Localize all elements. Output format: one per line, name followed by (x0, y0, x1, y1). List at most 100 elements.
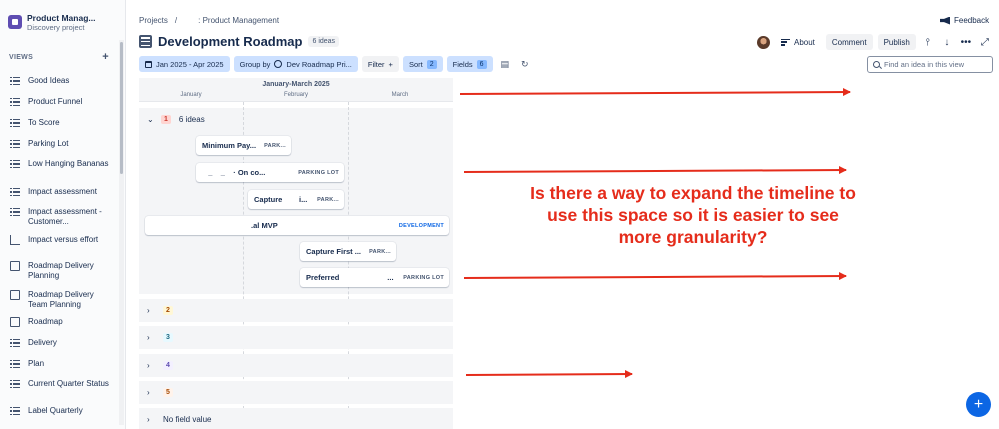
date-range-label: Jan 2025 - Apr 2025 (156, 59, 224, 69)
month-label: January (180, 92, 202, 98)
add-view-button[interactable]: + (102, 52, 109, 63)
group-by-button[interactable]: Group by Dev Roadmap Pri... (233, 56, 358, 72)
sidebar-item[interactable]: Product Funnel (10, 97, 115, 107)
create-idea-button[interactable]: + (966, 392, 991, 417)
idea-status: PARK... (264, 142, 286, 149)
timeline-icon (10, 359, 20, 369)
plus-icon: + (973, 395, 984, 413)
group-row[interactable]: › 3 (139, 326, 453, 349)
fullscreen-icon[interactable]: ⤢ (978, 37, 992, 48)
timeline-icon (10, 379, 20, 389)
view-toolbar: Jan 2025 - Apr 2025 Group by Dev Roadmap… (139, 56, 533, 72)
sidebar-item[interactable]: Low Hanging Bananas (10, 159, 115, 169)
comment-button[interactable]: Comment (825, 34, 873, 50)
group-row[interactable]: › 5 (139, 381, 453, 404)
group-row[interactable]: › 2 (139, 299, 453, 322)
group-row[interactable]: › No field value (139, 408, 453, 429)
annotation-arrow (459, 88, 851, 97)
about-button[interactable]: About (775, 34, 821, 50)
field-icon (274, 60, 283, 68)
month-label: March (391, 92, 409, 98)
sidebar-item[interactable]: Plan (10, 359, 115, 369)
sidebar-item-label: Roadmap (28, 317, 63, 326)
filter-plus-icon: + (388, 59, 393, 69)
list-icon (10, 338, 20, 348)
breadcrumb-projects[interactable]: Projects (139, 16, 168, 25)
sidebar-item[interactable]: Impact assessment - Customer... (10, 207, 115, 227)
project-logo-icon (8, 15, 22, 29)
sidebar-item[interactable]: To Score (10, 118, 115, 128)
sidebar-item[interactable]: Good Ideas (10, 76, 115, 86)
feedback-label: Feedback (954, 16, 990, 25)
idea-bar[interactable]: _ _ · On co... PARKING LOT (196, 163, 344, 182)
idea-bar[interactable]: Minimum Pay... PARK... (196, 136, 291, 155)
view-settings-icon[interactable]: ▤ (497, 59, 514, 70)
description-icon (781, 38, 790, 46)
sidebar-item[interactable]: Roadmap Delivery Team Planning (10, 290, 115, 310)
idea-title: Capture i... (254, 195, 308, 204)
sidebar-item-label: Product Funnel (28, 97, 83, 106)
quarter-label: January-March 2025 (262, 81, 330, 88)
sidebar-item[interactable]: Parking Lot (10, 139, 115, 149)
sidebar-item-label: Roadmap Delivery Planning (28, 261, 94, 280)
fields-count: 6 (476, 59, 487, 69)
sidebar-item-label: Label Quarterly (28, 406, 83, 415)
board-icon (10, 261, 20, 271)
idea-bar[interactable]: .al MVP DEVELOPMENT (145, 216, 449, 235)
chevron-right-icon: › (147, 415, 150, 424)
idea-title: Minimum Pay... (202, 141, 257, 150)
list-icon (10, 159, 20, 169)
idea-status: PARK... (317, 196, 339, 203)
publish-button[interactable]: Publish (877, 34, 916, 50)
feedback-button[interactable]: Feedback (940, 16, 989, 25)
views-header: VIEWS + (9, 52, 109, 63)
idea-status: DEVELOPMENT (398, 222, 444, 229)
download-icon[interactable]: ↓ (940, 37, 954, 48)
more-icon[interactable]: ••• (959, 37, 973, 48)
sidebar-item-label: Roadmap Delivery Team Planning (28, 290, 94, 309)
title-row: Development Roadmap 6 ideas (139, 34, 340, 49)
avatar[interactable] (757, 35, 770, 49)
board-icon (10, 290, 20, 300)
group-1-header[interactable]: ⌄ 1 6 ideas (147, 115, 205, 124)
sidebar-item[interactable]: Roadmap Delivery Planning (10, 261, 115, 281)
share-icon[interactable]: ⫯ (921, 37, 935, 48)
group-label: 5 (163, 388, 173, 397)
sidebar-item[interactable]: Label Quarterly (10, 406, 115, 416)
sidebar-item-label: Impact versus effort (28, 235, 99, 244)
chevron-right-icon: › (147, 388, 150, 397)
fields-button[interactable]: Fields 6 (446, 56, 493, 72)
breadcrumb-project[interactable]: : Product Management (184, 16, 279, 25)
sidebar-item[interactable]: Impact versus effort (10, 235, 115, 245)
filter-button[interactable]: Filter + (361, 56, 399, 72)
idea-bar[interactable]: Capture i... PARK... (248, 190, 344, 209)
timeline: January-March 2025 January February Marc… (139, 78, 453, 429)
sidebar-item[interactable]: Delivery (10, 338, 115, 348)
sidebar-item[interactable]: Current Quarter Status (10, 379, 115, 389)
group-1-count: 6 ideas (178, 115, 205, 124)
search-icon (873, 61, 880, 68)
auto-refresh-icon[interactable]: ↻ (517, 59, 533, 70)
annotation-arrow (463, 272, 847, 281)
idea-bar[interactable]: Capture First ... PARK... (300, 242, 396, 261)
idea-bar[interactable]: Preferred ... PARKING LOT (300, 268, 449, 287)
sidebar-item-label: To Score (28, 118, 60, 127)
timeline-header: January-March 2025 January February Marc… (139, 78, 453, 102)
date-range-button[interactable]: Jan 2025 - Apr 2025 (139, 56, 230, 72)
annotation-text: Is there a way to expand the timeline to… (530, 183, 856, 247)
group-row[interactable]: › 4 (139, 354, 453, 377)
chevron-down-icon: ⌄ (147, 115, 154, 124)
sort-count: 2 (426, 59, 437, 69)
sort-button[interactable]: Sort 2 (402, 56, 443, 72)
idea-search-input[interactable]: Find an idea in this view (867, 56, 993, 73)
project-header[interactable]: Product Manag... Discovery project (8, 13, 128, 37)
list-icon (10, 207, 20, 217)
group-label: 4 (163, 361, 173, 370)
list-icon (10, 406, 20, 416)
sidebar-item[interactable]: Roadmap (10, 317, 115, 327)
sort-label: Sort (408, 59, 423, 69)
sidebar-item[interactable]: Impact assessment (10, 187, 115, 197)
annotation-arrow (463, 166, 847, 175)
sidebar-item-label: Good Ideas (28, 76, 70, 85)
sidebar-scroll-thumb[interactable] (120, 42, 123, 174)
